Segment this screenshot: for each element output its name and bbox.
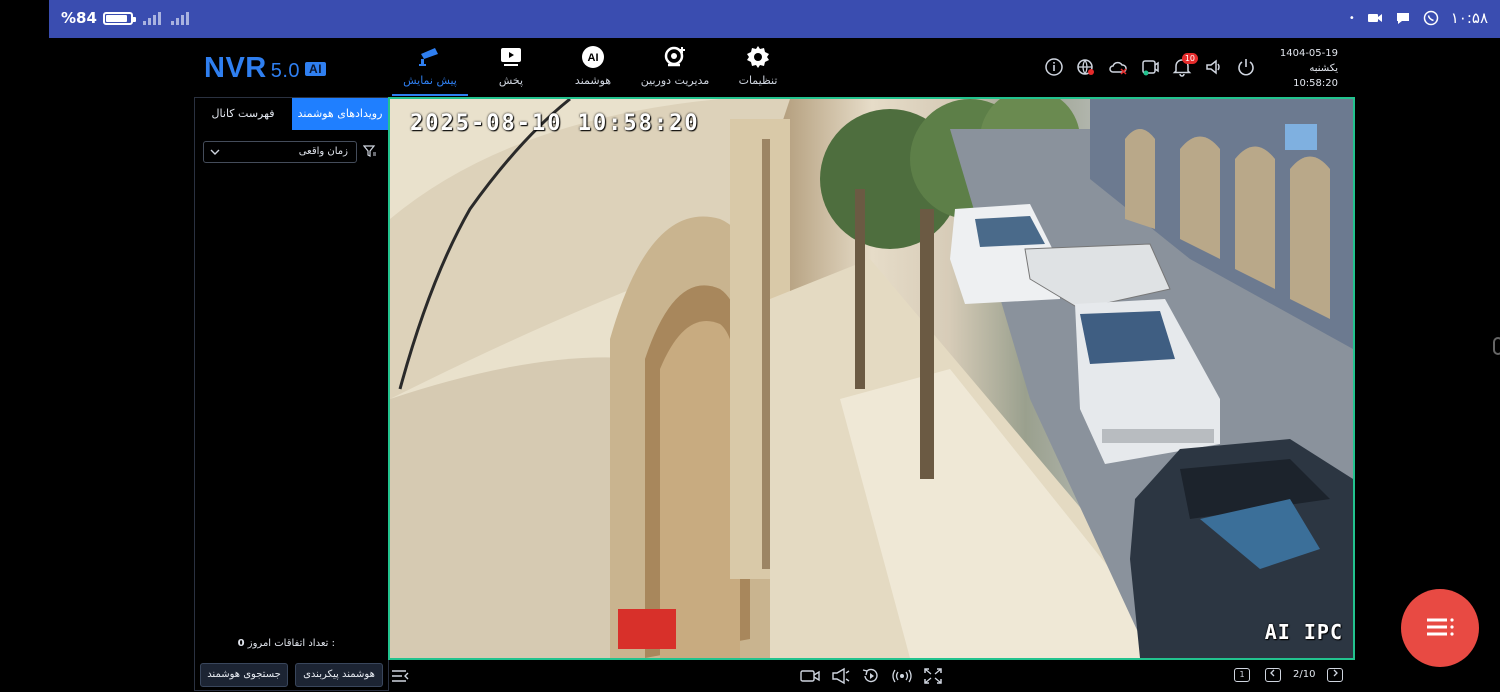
floating-menu-button[interactable] bbox=[1401, 589, 1479, 667]
chevron-down-icon bbox=[210, 149, 220, 155]
notification-button[interactable]: 10 bbox=[1172, 53, 1198, 77]
filter-icon[interactable] bbox=[363, 144, 377, 158]
nav-active-indicator bbox=[392, 94, 468, 96]
record-icon[interactable] bbox=[800, 667, 820, 685]
nav-preview[interactable]: پیش نمایش bbox=[388, 42, 472, 94]
ai-icon: AI bbox=[582, 46, 604, 68]
alarm-output-icon[interactable] bbox=[1140, 57, 1160, 77]
events-count: 0 تعداد اتفاقات امروز : bbox=[195, 638, 335, 649]
power-icon[interactable] bbox=[1236, 57, 1256, 77]
battery-percent: %84 bbox=[61, 9, 97, 27]
page-indicator: 2/10 bbox=[1293, 669, 1316, 680]
chevron-left-icon bbox=[1270, 669, 1275, 677]
camera-video-feed[interactable]: 2025-08-10 10:58:20 AI IPC bbox=[388, 97, 1355, 660]
header-weekday: یکشنبه bbox=[1309, 63, 1338, 74]
nav-smart[interactable]: AI هوشمند bbox=[551, 42, 635, 94]
audio-icon[interactable] bbox=[892, 667, 912, 685]
video-osd-timestamp: 2025-08-10 10:58:20 bbox=[410, 111, 700, 136]
info-icon[interactable] bbox=[1044, 57, 1064, 77]
tab-smart-events[interactable]: رویدادهای هوشمند bbox=[292, 98, 388, 130]
smart-search-button[interactable]: جستجوی هوشمند bbox=[200, 663, 288, 687]
event-filter-value: زمان واقعی bbox=[298, 146, 348, 157]
prev-page-button[interactable] bbox=[1265, 668, 1281, 682]
tab-channel-list[interactable]: فهرست کانال bbox=[195, 98, 291, 130]
nav-smart-label: هوشمند bbox=[574, 74, 612, 87]
chevron-right-icon bbox=[1333, 669, 1338, 677]
whatsapp-icon bbox=[1423, 10, 1438, 26]
events-count-label: تعداد اتفاقات امروز : bbox=[247, 638, 335, 649]
events-panel: رویدادهای هوشمند فهرست کانال زمان واقعی … bbox=[194, 97, 389, 691]
video-call-icon bbox=[1367, 14, 1382, 22]
header-clock: 1404-05-19 یکشنبه 10:58:20 bbox=[1276, 46, 1338, 91]
nav-playback[interactable]: پخش bbox=[469, 42, 553, 94]
events-count-value: 0 bbox=[237, 638, 245, 649]
cloud-offline-icon[interactable] bbox=[1108, 57, 1128, 77]
smart-config-button[interactable]: هوشمند پیکربندی bbox=[295, 663, 383, 687]
network-icon[interactable] bbox=[1076, 57, 1096, 77]
event-filter-select[interactable]: زمان واقعی bbox=[203, 141, 357, 163]
nav-settings-label: تنظیمات bbox=[738, 74, 778, 87]
nav-settings[interactable]: تنظیمات bbox=[716, 42, 800, 94]
first-page-button[interactable]: 1 bbox=[1234, 668, 1250, 682]
video-osd-channel-name: AI IPC bbox=[1264, 620, 1343, 644]
nav-camera-management-label: مدیریت دوربین bbox=[640, 74, 710, 87]
nav-playback-label: پخش bbox=[498, 74, 524, 87]
playback-icon bbox=[501, 48, 521, 66]
chat-bubble-icon bbox=[1396, 13, 1409, 24]
next-page-button[interactable] bbox=[1327, 668, 1343, 682]
talk-icon[interactable] bbox=[831, 667, 851, 685]
header-date: 1404-05-19 bbox=[1279, 48, 1338, 59]
instant-playback-icon[interactable] bbox=[861, 667, 881, 685]
video-scene bbox=[390, 99, 1353, 658]
volume-icon[interactable] bbox=[1204, 57, 1224, 77]
collapse-panel-icon[interactable] bbox=[390, 667, 410, 685]
gear-icon bbox=[747, 46, 769, 68]
logo-badge: AI bbox=[305, 62, 327, 76]
battery-icon bbox=[102, 11, 136, 25]
camera-add-icon bbox=[664, 46, 685, 67]
logo-name: NVR bbox=[204, 52, 267, 84]
notification-badge: 10 bbox=[1181, 53, 1198, 64]
fullscreen-icon[interactable] bbox=[923, 667, 943, 685]
menu-icon bbox=[1427, 618, 1454, 636]
header-time: 10:58:20 bbox=[1293, 78, 1338, 89]
edge-handle[interactable] bbox=[1493, 337, 1500, 355]
logo-version: 5.0 bbox=[270, 60, 301, 82]
header-toolbar: 10 bbox=[1044, 53, 1256, 77]
svg-text:AI: AI bbox=[588, 52, 599, 64]
app-logo: NVR 5.0 AI bbox=[204, 52, 327, 85]
system-status-bar: %84 • ۱۰:۵۸ bbox=[49, 0, 1500, 38]
system-clock: ۱۰:۵۸ bbox=[1450, 9, 1488, 27]
dot-icon: • bbox=[1348, 12, 1355, 24]
nav-camera-management[interactable]: مدیریت دوربین bbox=[633, 42, 717, 94]
signal-2-icon bbox=[170, 11, 189, 25]
nav-preview-label: پیش نمایش bbox=[403, 74, 457, 87]
signal-icon bbox=[142, 11, 161, 25]
cctv-camera-icon bbox=[419, 48, 438, 66]
